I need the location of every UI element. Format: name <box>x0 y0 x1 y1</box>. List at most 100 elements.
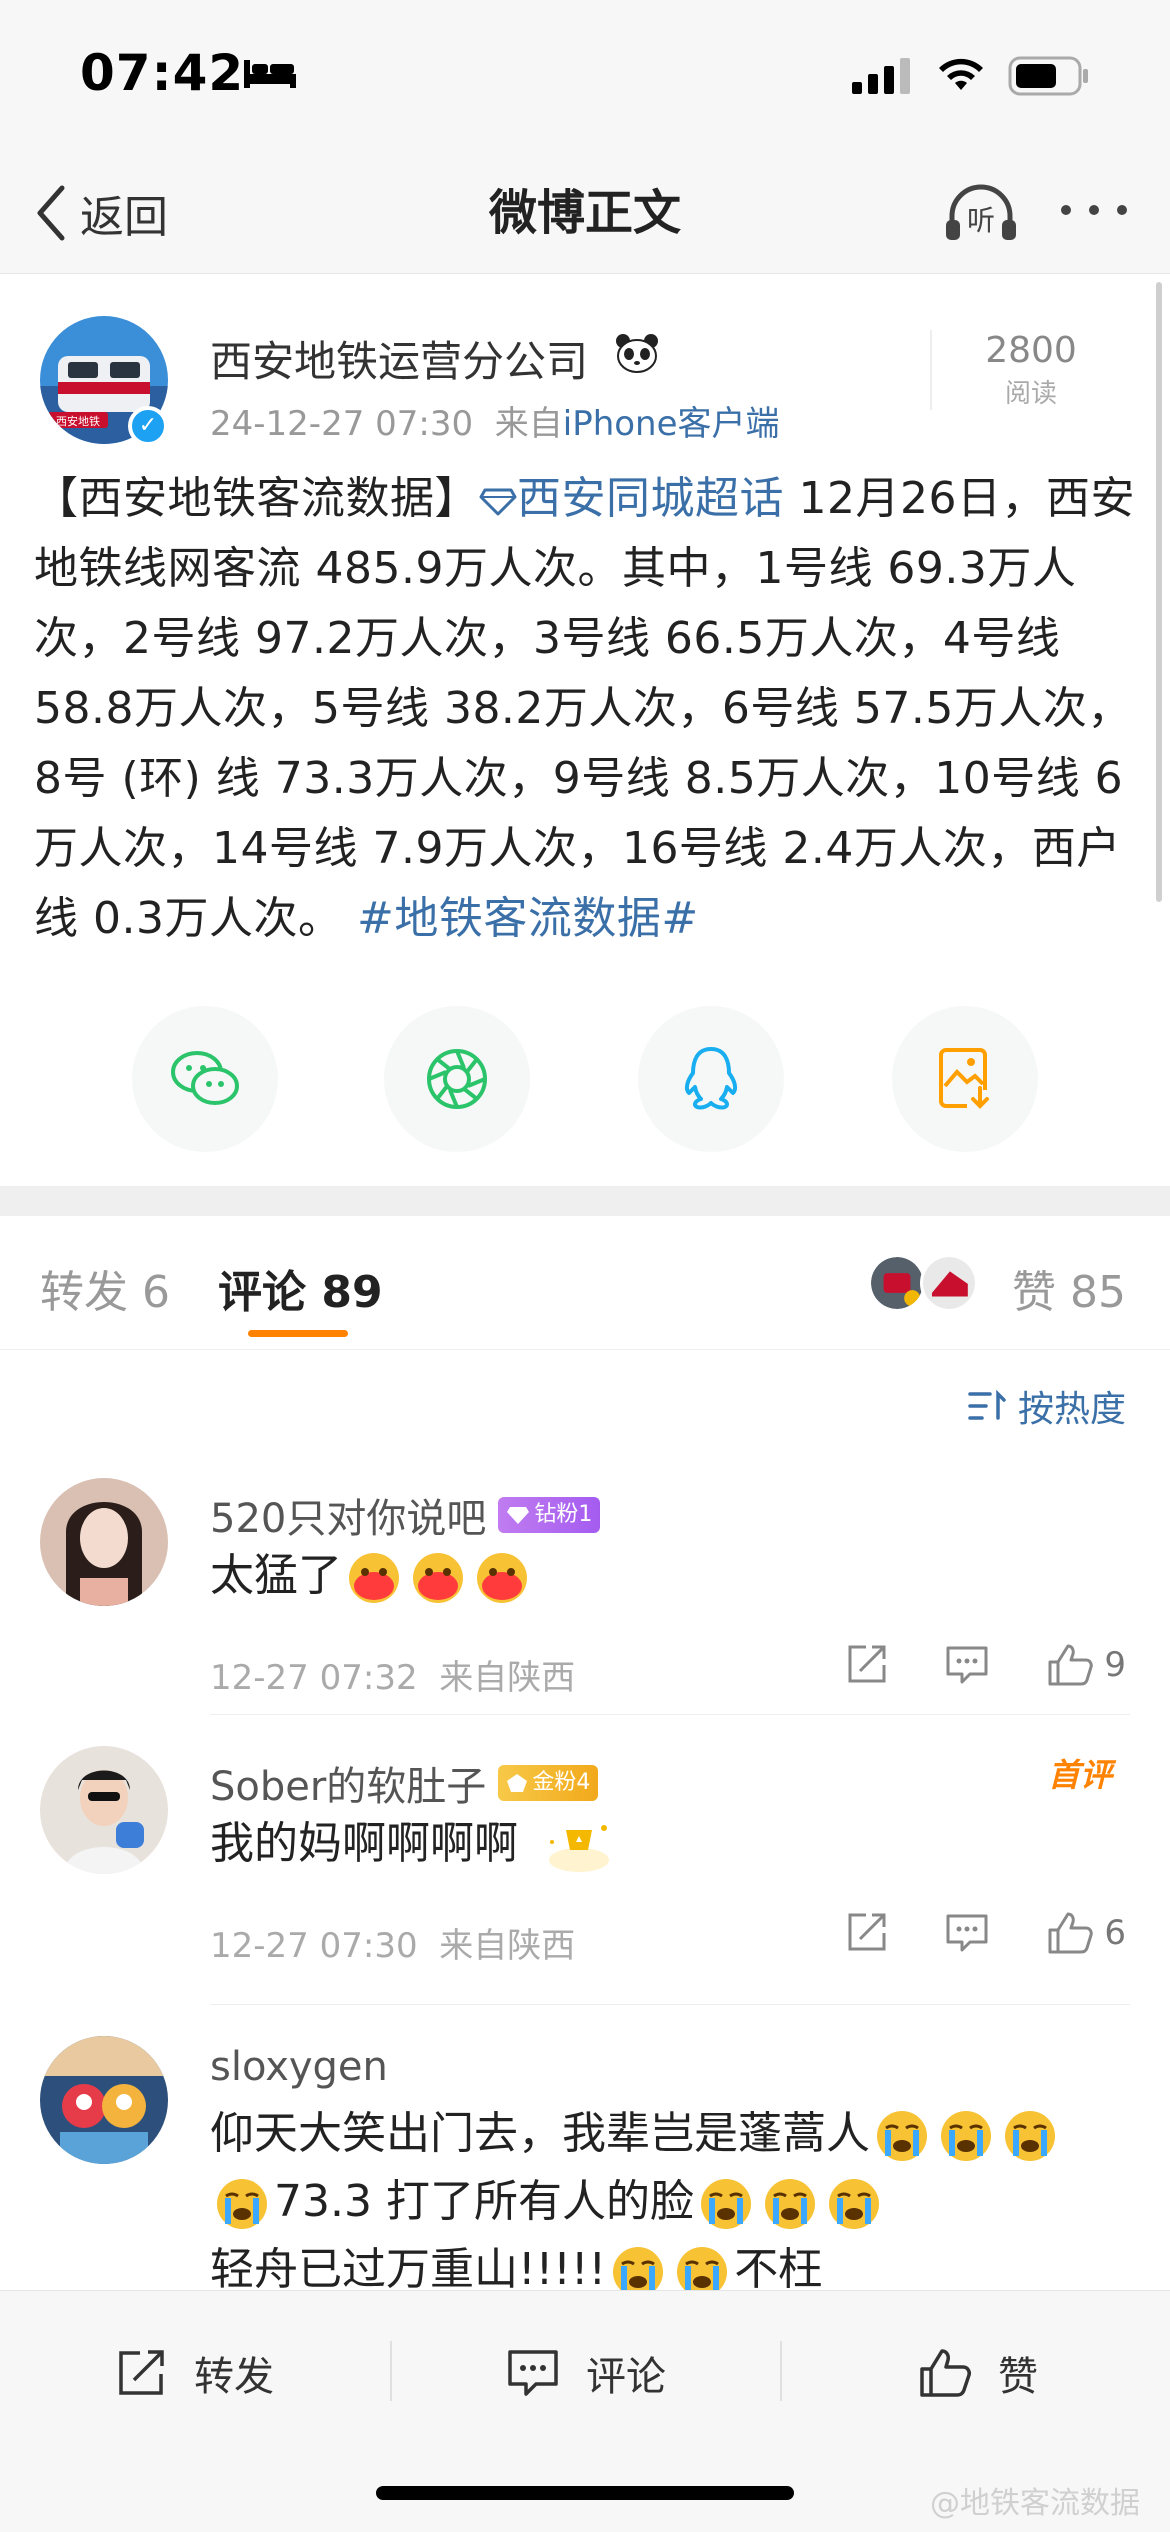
post-title-bracket: 【西安地铁客流数据】 <box>34 473 479 524</box>
tab-comment-label: 评论 <box>218 1267 306 1318</box>
liker-avatars[interactable] <box>868 1254 978 1312</box>
like-button[interactable]: 赞 <box>918 2333 1038 2413</box>
commenter-avatar[interactable] <box>40 2036 168 2164</box>
fan-badge-label: 金粉4 <box>532 1770 591 1795</box>
comment-divider <box>210 2004 1130 2005</box>
like-label: 赞 <box>998 2354 1038 2400</box>
share-wechat-button[interactable] <box>132 1006 278 1152</box>
fan-badge: 金粉4 <box>498 1765 599 1801</box>
comment-text: 太猛了 <box>210 1542 534 1610</box>
comment-reply-button[interactable] <box>944 1912 990 1954</box>
commenter-name[interactable]: Sober的软肚子 金粉4 <box>210 1754 599 1812</box>
post-date: 24-12-27 07:30 <box>210 404 474 444</box>
commenter-name-text: Sober的软肚子 <box>210 1764 487 1810</box>
share-moments-button[interactable] <box>384 1006 530 1152</box>
gold-trophy-sticker-icon <box>549 1825 609 1872</box>
comment-line-tail: 不枉 <box>734 2244 823 2295</box>
status-bar: 07:42 <box>0 0 1170 150</box>
read-count: 2800 <box>985 330 1077 371</box>
share-row <box>0 1006 1170 1152</box>
comment-item: sloxygen 仰天大笑出门去，我辈岂是蓬蒿人 73.3 打了所有人的脸 轻舟… <box>0 2036 1170 2297</box>
commenter-name[interactable]: sloxygen <box>210 2044 388 2090</box>
listen-button[interactable]: 听 <box>942 184 1020 248</box>
comment-text: 仰天大笑出门去，我辈岂是蓬蒿人 73.3 打了所有人的脸 轻舟已过万重山!!!!… <box>210 2100 1150 2304</box>
comment-icon <box>946 1646 988 1684</box>
save-image-button[interactable] <box>892 1006 1038 1152</box>
watermark: @地铁客流数据 <box>930 2486 1140 2521</box>
comment-line: 73.3 打了所有人的脸 <box>210 2168 1150 2236</box>
sort-by-hot-button[interactable]: 按热度 <box>966 1380 1126 1432</box>
scrollbar[interactable] <box>1156 282 1162 902</box>
comment-reply-button[interactable] <box>944 1644 990 1686</box>
battery-icon <box>1008 56 1088 96</box>
comment-icon <box>508 2350 558 2396</box>
read-label: 阅读 <box>1004 379 1057 409</box>
cell-signal-icon <box>852 58 910 94</box>
comment-divider <box>210 1714 1130 1715</box>
share-qq-button[interactable] <box>638 1006 784 1152</box>
commenter-avatar[interactable] <box>40 1746 168 1874</box>
super-topic-diamond-icon <box>479 488 517 516</box>
more-options-button[interactable] <box>1058 200 1130 224</box>
comment-text-content: 太猛了 <box>210 1550 342 1601</box>
repost-button[interactable]: 转发 <box>116 2333 274 2413</box>
home-indicator[interactable] <box>376 2486 794 2500</box>
comment-line-text: 轻舟已过万重山!!!!! <box>210 2244 607 2295</box>
source-prefix: 来自 <box>494 404 563 444</box>
post-text: 12月26日，西安地铁线网客流 485.9万人次。其中，1号线 69.3万人次，… <box>34 473 1135 944</box>
read-count-box: 2800 阅读 <box>930 330 1130 410</box>
sort-label: 按热度 <box>1017 1389 1126 1430</box>
qq-icon <box>684 1047 738 1110</box>
flushed-face-emoji-icon <box>413 1553 463 1603</box>
super-topic-link[interactable]: 西安同城超话 <box>517 473 784 524</box>
tab-likes[interactable]: 赞 85 <box>1012 1256 1126 1320</box>
hashtag-link[interactable]: #地铁客流数据# <box>357 893 699 944</box>
comment-icon <box>946 1914 988 1952</box>
comment-like-button[interactable]: 6 <box>1046 1910 1126 1956</box>
nav-bar: 返回 微博正文 听 <box>0 150 1170 274</box>
more-dots-icon <box>1061 205 1127 215</box>
author-name[interactable]: 西安地铁运营分公司 <box>210 328 588 389</box>
sort-row: 按热度 <box>0 1350 1170 1450</box>
wechat-icon <box>171 1051 239 1105</box>
liker-avatar <box>868 1254 926 1312</box>
share-icon <box>848 1645 886 1683</box>
tab-like-count: 85 <box>1070 1267 1126 1318</box>
tab-comments[interactable]: 评论 89 <box>218 1256 383 1320</box>
tab-reposts[interactable]: 转发 6 <box>40 1256 170 1320</box>
comment-actions: 9 <box>788 1642 1126 1688</box>
comment-time: 12-27 07:32 <box>210 1658 418 1698</box>
repost-icon <box>119 2350 164 2395</box>
active-tab-indicator <box>248 1330 348 1337</box>
section-gap <box>0 1186 1170 1216</box>
comment-share-button[interactable] <box>844 1643 888 1687</box>
post-body: 【西安地铁客流数据】 西安同城超话 12月26日，西安地铁线网客流 485.9万人… <box>34 464 1144 954</box>
tab-comment-count: 89 <box>321 1267 383 1318</box>
comment-line-text: 仰天大笑出门去，我辈岂是蓬蒿人 <box>210 2108 870 2159</box>
commenter-name-text: 520只对你说吧 <box>210 1496 487 1542</box>
comment-text: 我的妈啊啊啊啊 <box>210 1810 618 1878</box>
thumbs-up-icon <box>1048 1912 1094 1954</box>
tab-repost-label: 转发 <box>40 1267 128 1318</box>
comment-button[interactable]: 评论 <box>506 2333 666 2413</box>
comment-meta: 12-27 07:32 来自陕西 <box>210 1650 575 1699</box>
crying-face-emoji-icon <box>828 2179 879 2229</box>
thumbs-up-icon <box>920 2349 971 2397</box>
comment-location: 来自陕西 <box>439 1658 576 1698</box>
crying-face-emoji-icon <box>877 2111 927 2161</box>
flushed-face-emoji-icon <box>477 1553 527 1603</box>
svg-text:西安地铁: 西安地铁 <box>56 414 100 428</box>
commenter-avatar[interactable] <box>40 1478 168 1606</box>
diamond-badge-icon <box>507 1507 530 1524</box>
comment-like-button[interactable]: 9 <box>1046 1642 1126 1688</box>
bottom-divider <box>390 2341 392 2401</box>
post-source[interactable]: iPhone客户端 <box>563 404 780 444</box>
comment-item: Sober的软肚子 金粉4 首评 我的妈啊啊啊啊 12-27 07:30 来自陕… <box>0 1746 1170 2036</box>
commenter-name-text: sloxygen <box>210 2044 388 2090</box>
weibo-post: 西安地铁 ✓ 西安地铁运营分公司 24-12-27 07:30 来自iPhone… <box>0 274 1170 1186</box>
sort-icon <box>968 1389 1006 1420</box>
comment-share-button[interactable] <box>844 1911 888 1955</box>
fan-badge: 钻粉1 <box>498 1497 601 1533</box>
headphones-icon: 听 <box>946 184 1016 240</box>
commenter-name[interactable]: 520只对你说吧 钻粉1 <box>210 1486 601 1544</box>
